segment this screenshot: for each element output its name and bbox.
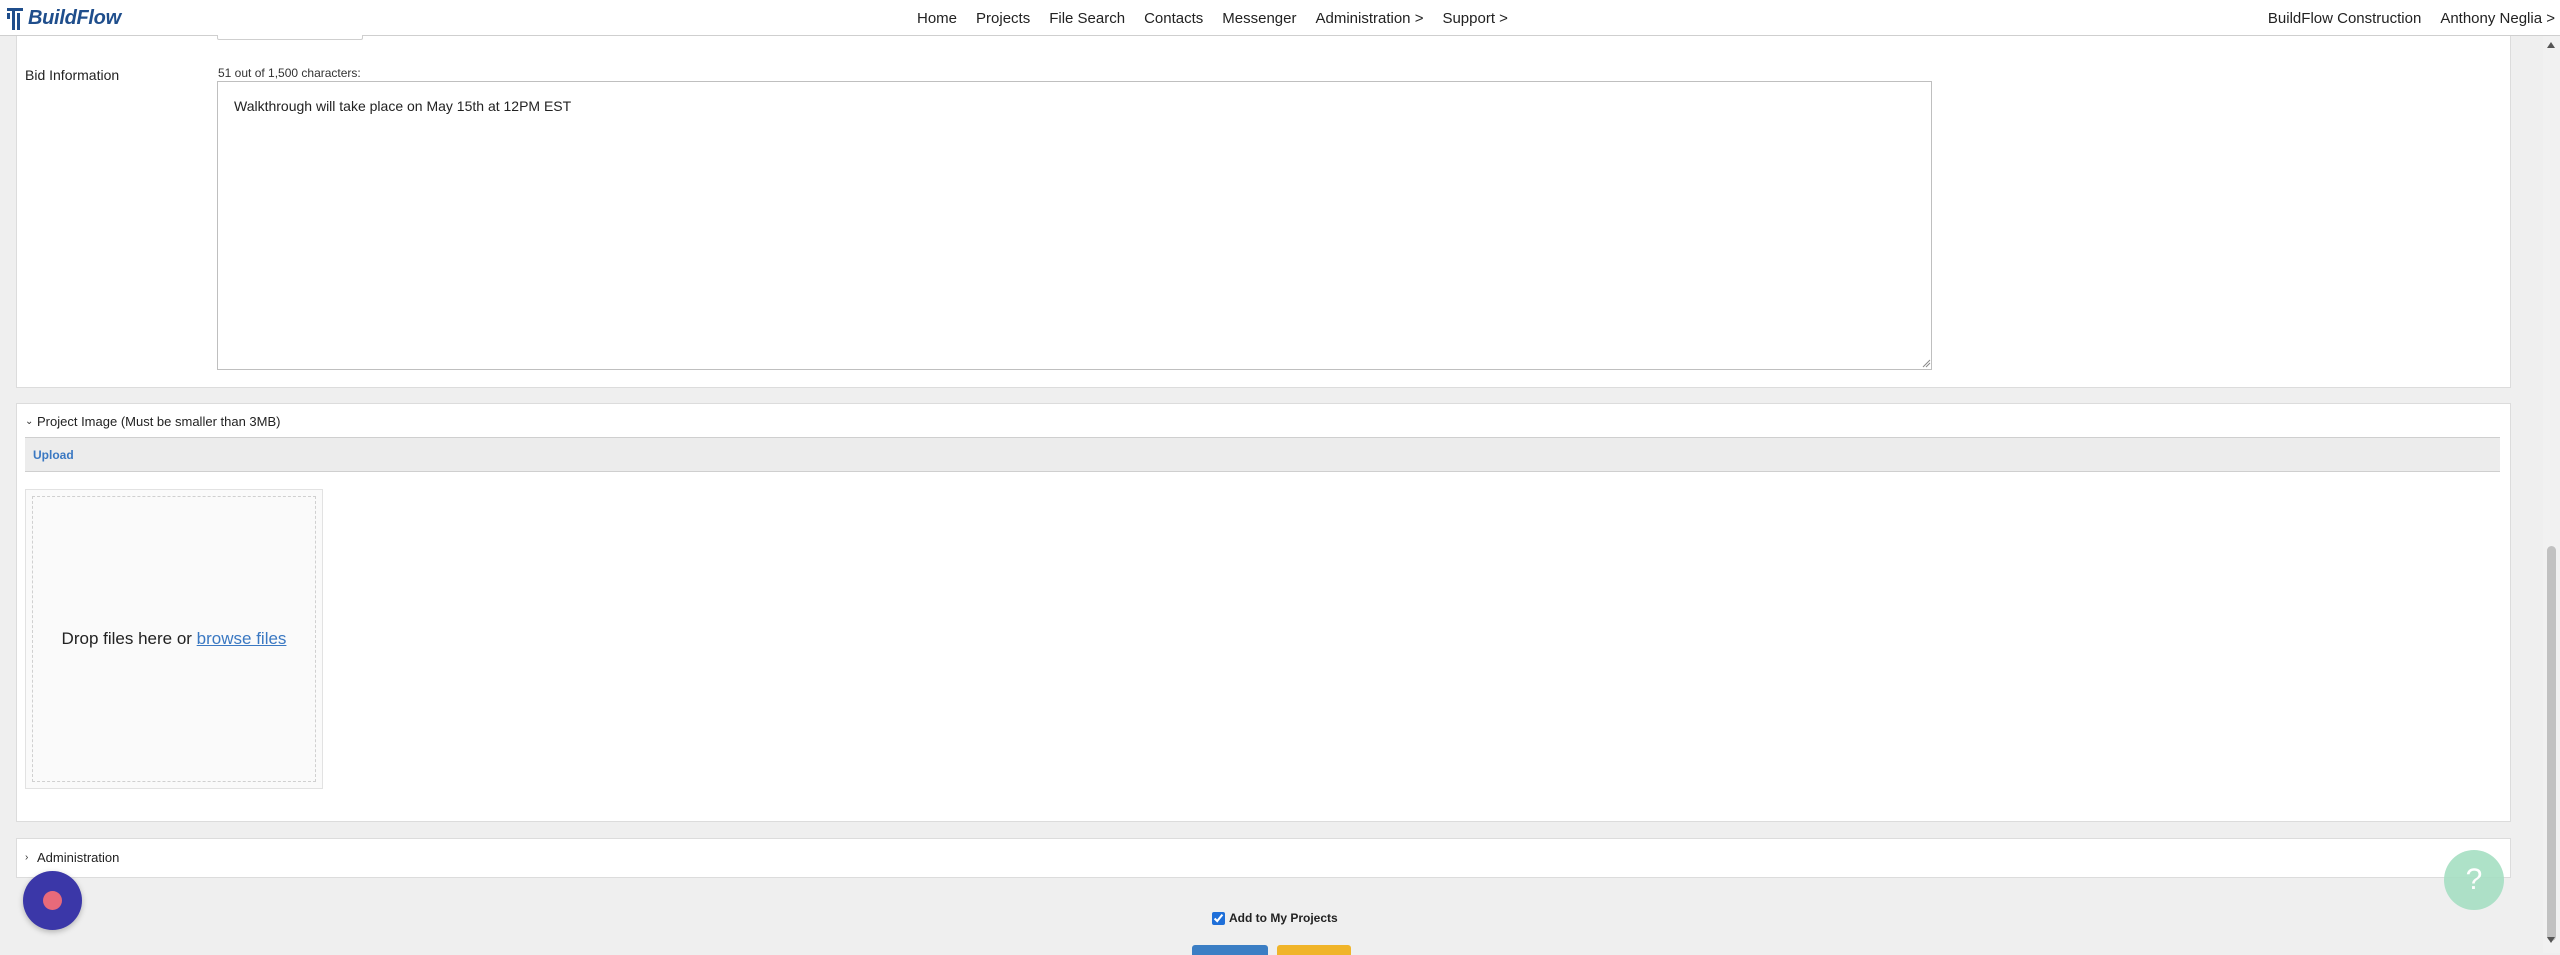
nav-administration[interactable]: Administration > [1315, 10, 1423, 27]
company-name[interactable]: BuildFlow Construction [2268, 10, 2421, 27]
drop-files-label: Drop files here or [61, 629, 192, 648]
add-to-my-projects-checkbox[interactable] [1212, 911, 1225, 925]
nav-home[interactable]: Home [917, 10, 957, 27]
chevron-right-icon: › [25, 852, 29, 863]
bid-information-textarea[interactable]: Walkthrough will take place on May 15th … [217, 81, 1932, 370]
logo-text: BuildFlow [28, 6, 121, 29]
administration-panel: › Administration [16, 838, 2511, 878]
record-button[interactable] [23, 871, 82, 930]
buildflow-logo[interactable]: BuildFlow [6, 3, 121, 33]
upload-toolbar: Upload [25, 437, 2500, 472]
administration-header[interactable]: › Administration [25, 850, 119, 865]
primary-action-button[interactable] [1192, 945, 1268, 955]
question-icon: ? [2465, 863, 2483, 896]
logo-mark-icon [7, 8, 23, 30]
page-scrollbar[interactable] [2543, 36, 2560, 953]
project-image-title: Project Image (Must be smaller than 3MB) [37, 413, 281, 429]
user-menu[interactable]: Anthony Neglia > [2440, 10, 2555, 27]
help-button[interactable]: ? [2444, 850, 2504, 910]
bid-details-panel: Bid Information 51 out of 1,500 characte… [16, 35, 2511, 388]
character-counter: 51 out of 1,500 characters: [218, 66, 361, 80]
file-dropzone[interactable]: Drop files here or browse files [25, 489, 323, 789]
nav-support[interactable]: Support > [1442, 10, 1507, 27]
scroll-up-arrow-icon[interactable] [2547, 42, 2555, 48]
nav-messenger[interactable]: Messenger [1222, 10, 1296, 27]
resize-grip-icon[interactable] [1922, 359, 1931, 368]
administration-title: Administration [37, 850, 120, 865]
project-image-panel: ⌄ Project Image (Must be smaller than 3M… [16, 403, 2511, 822]
record-dot-icon [43, 891, 62, 910]
add-to-my-projects-label: Add to My Projects [1229, 911, 1338, 925]
nav-file-search[interactable]: File Search [1049, 10, 1125, 27]
dropzone-inner: Drop files here or browse files [32, 496, 316, 782]
browse-files-link[interactable]: browse files [197, 629, 287, 648]
nav-projects[interactable]: Projects [976, 10, 1030, 27]
account-nav: BuildFlow Construction Anthony Neglia > [2268, 0, 2555, 36]
bid-information-label: Bid Information [25, 67, 120, 83]
secondary-action-button[interactable] [1277, 945, 1351, 955]
main-nav: Home Projects File Search Contacts Messe… [917, 0, 1527, 36]
nav-contacts[interactable]: Contacts [1144, 10, 1203, 27]
scrollbar-thumb[interactable] [2547, 546, 2556, 941]
add-to-my-projects[interactable]: Add to My Projects [1212, 911, 1338, 925]
scroll-down-arrow-icon[interactable] [2547, 937, 2555, 943]
project-image-header[interactable]: ⌄ Project Image (Must be smaller than 3M… [25, 413, 280, 429]
chevron-down-icon: ⌄ [25, 415, 34, 427]
dropzone-text: Drop files here or browse files [62, 629, 287, 649]
upload-tab[interactable]: Upload [33, 448, 74, 462]
previous-field-edge [217, 35, 363, 40]
top-navbar: BuildFlow Home Projects File Search Cont… [0, 0, 2560, 36]
